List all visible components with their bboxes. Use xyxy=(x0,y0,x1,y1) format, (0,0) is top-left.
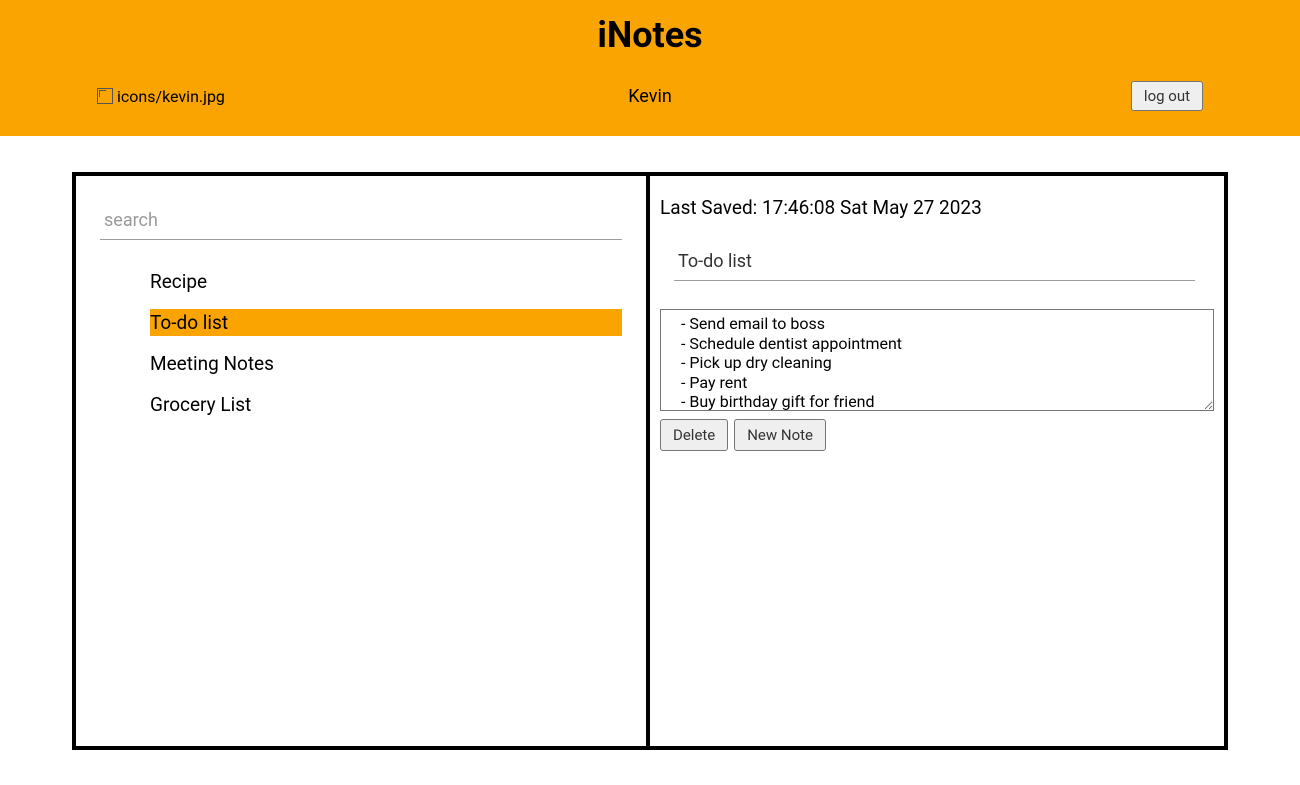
broken-image-icon xyxy=(97,88,113,104)
note-item-todo[interactable]: To-do list xyxy=(150,309,622,336)
note-actions: Delete New Note xyxy=(660,419,1214,451)
avatar: icons/kevin.jpg xyxy=(97,87,225,106)
note-item-meeting[interactable]: Meeting Notes xyxy=(150,350,622,377)
note-item-recipe[interactable]: Recipe xyxy=(150,268,622,295)
last-saved-label: Last Saved: 17:46:08 Sat May 27 2023 xyxy=(660,196,1214,219)
note-item-grocery[interactable]: Grocery List xyxy=(150,391,622,418)
new-note-button[interactable]: New Note xyxy=(734,419,826,451)
app-header: iNotes icons/kevin.jpg Kevin log out xyxy=(0,0,1300,136)
logout-button[interactable]: log out xyxy=(1131,81,1203,111)
avatar-alt-text: icons/kevin.jpg xyxy=(117,87,225,106)
note-list: Recipe To-do list Meeting Notes Grocery … xyxy=(150,268,622,418)
main-panel: Recipe To-do list Meeting Notes Grocery … xyxy=(72,172,1228,750)
sidebar: Recipe To-do list Meeting Notes Grocery … xyxy=(76,176,650,746)
user-row: icons/kevin.jpg Kevin log out xyxy=(97,76,1203,116)
delete-button[interactable]: Delete xyxy=(660,419,728,451)
app-title: iNotes xyxy=(0,0,1300,66)
search-input[interactable] xyxy=(100,200,622,240)
user-name: Kevin xyxy=(628,86,672,107)
note-title-input[interactable] xyxy=(674,241,1195,281)
note-detail: Last Saved: 17:46:08 Sat May 27 2023 Del… xyxy=(650,176,1224,746)
note-body-textarea[interactable] xyxy=(660,309,1214,411)
